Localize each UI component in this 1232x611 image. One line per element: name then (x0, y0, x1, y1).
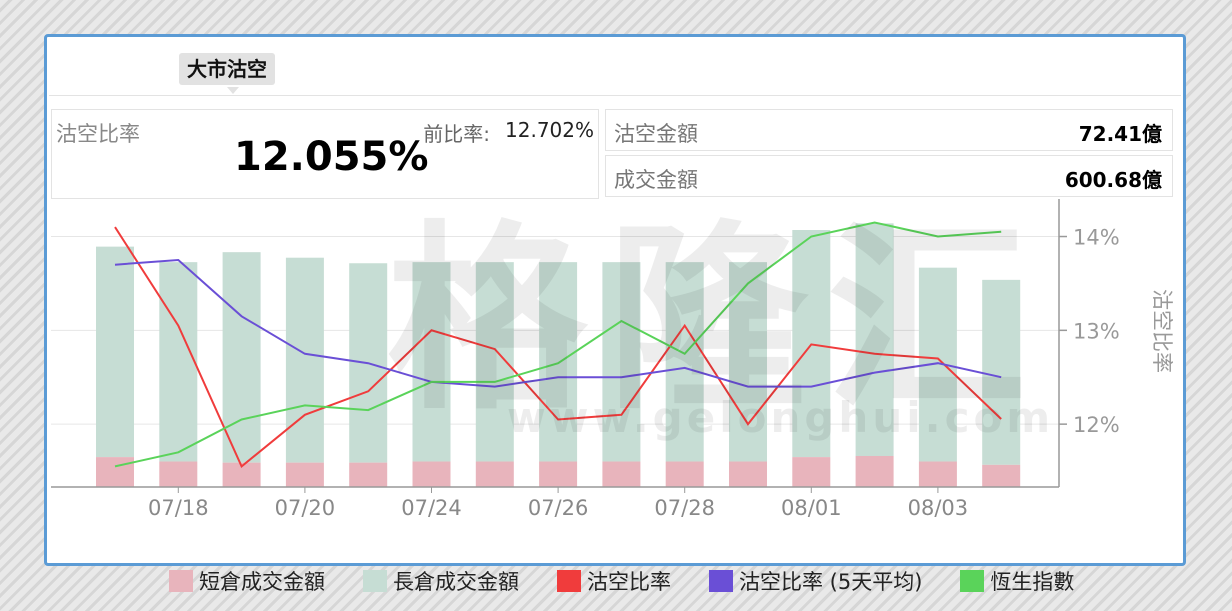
chart-legend: 短倉成交金額 長倉成交金額 沽空比率 沽空比率 (5天平均) 恆生指數 (169, 565, 1112, 597)
short-turnover-bar (665, 461, 704, 487)
y-tick-label: 12% (1073, 413, 1120, 437)
long-turnover-bar (159, 262, 198, 462)
y-axis-title: 沽空比率 (1150, 289, 1174, 373)
legend-swatch (363, 570, 387, 592)
legend-label: 長倉成交金額 (393, 570, 519, 594)
short-turnover-bar (539, 461, 578, 487)
legend-item-hsi[interactable]: 恆生指數 (960, 566, 1074, 596)
short-turnover-bar (159, 461, 198, 487)
legend-item-avg[interactable]: 沽空比率 (5天平均) (709, 566, 922, 596)
watermark-url: www.gelonghui.com (507, 393, 1055, 442)
short-turnover-bar (982, 464, 1021, 487)
short-turnover-bar (412, 461, 451, 487)
legend-swatch (169, 570, 193, 592)
x-tick-label: 08/01 (781, 496, 842, 520)
x-tick-label: 07/20 (275, 496, 336, 520)
legend-label: 沽空比率 (5天平均) (739, 570, 923, 594)
long-turnover-bar (285, 257, 324, 463)
short-turnover-bar (285, 462, 324, 487)
short-turnover-bar (96, 457, 134, 487)
legend-label: 沽空比率 (587, 570, 671, 594)
y-tick-label: 14% (1073, 226, 1120, 250)
x-tick-label: 07/24 (401, 496, 462, 520)
short-selling-card: 大市沽空 沽空比率 12.055% 前比率: 12.702% 沽空金額 72.4… (44, 34, 1186, 594)
legend-swatch (557, 570, 581, 592)
short-turnover-bar (918, 461, 957, 487)
y-tick-label: 13% (1073, 319, 1120, 343)
legend-label: 恆生指數 (990, 570, 1075, 594)
x-tick-label: 07/18 (148, 496, 209, 520)
short-turnover-bar (602, 461, 641, 487)
short-turnover-bar (792, 457, 831, 487)
short-turnover-bar (349, 462, 388, 487)
legend-label: 短倉成交金額 (199, 570, 325, 594)
long-turnover-bar (222, 252, 261, 463)
short-turnover-bar (729, 461, 767, 487)
legend-item-short[interactable]: 短倉成交金額 (169, 566, 325, 596)
short-turnover-bar (855, 455, 894, 487)
short-turnover-bar (475, 461, 514, 487)
x-tick-label: 08/03 (908, 496, 969, 520)
legend-swatch (709, 570, 733, 592)
legend-item-long[interactable]: 長倉成交金額 (363, 566, 519, 596)
long-turnover-bar (96, 246, 134, 458)
x-tick-label: 07/26 (528, 496, 589, 520)
legend-item-ratio[interactable]: 沽空比率 (557, 566, 671, 596)
legend-swatch (960, 570, 985, 592)
x-tick-label: 07/28 (654, 496, 715, 520)
